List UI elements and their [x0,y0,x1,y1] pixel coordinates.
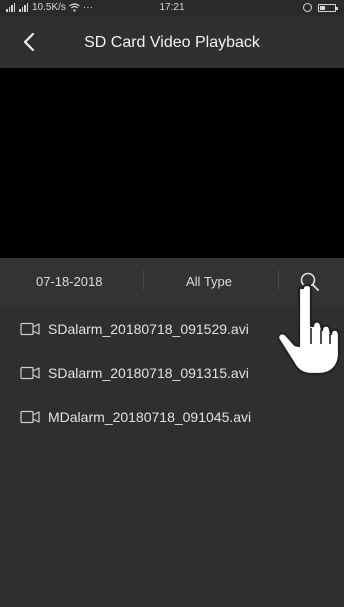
list-item[interactable]: SDalarm_20180718_091529.avi [0,312,344,348]
status-right [303,3,338,12]
divider [278,270,279,290]
divider [143,270,144,290]
file-name: MDalarm_20180718_091045.avi [48,409,252,425]
header: SD Card Video Playback [0,16,344,68]
video-player[interactable] [0,68,344,258]
type-filter[interactable]: All Type [186,274,232,289]
list-item[interactable]: MDalarm_20180718_091045.avi [0,400,344,436]
filter-bar: 07-18-2018 All Type [0,258,344,306]
video-camera-icon [20,410,40,424]
file-name: SDalarm_20180718_091529.avi [48,321,249,337]
status-time: 17:21 [159,2,185,13]
alarm-icon [303,3,312,12]
video-camera-icon [20,366,40,380]
battery-icon [318,3,338,12]
date-filter[interactable]: 07-18-2018 [36,274,103,289]
list-item[interactable]: SDalarm_20180718_091315.avi [0,356,344,392]
search-icon[interactable] [298,270,322,294]
status-bar: 10.5K/s ··· 17:21 [0,0,344,16]
page-title: SD Card Video Playback [84,34,260,51]
file-name: SDalarm_20180718_091315.avi [48,365,249,381]
battery-fill [320,5,325,10]
video-camera-icon [20,322,40,336]
